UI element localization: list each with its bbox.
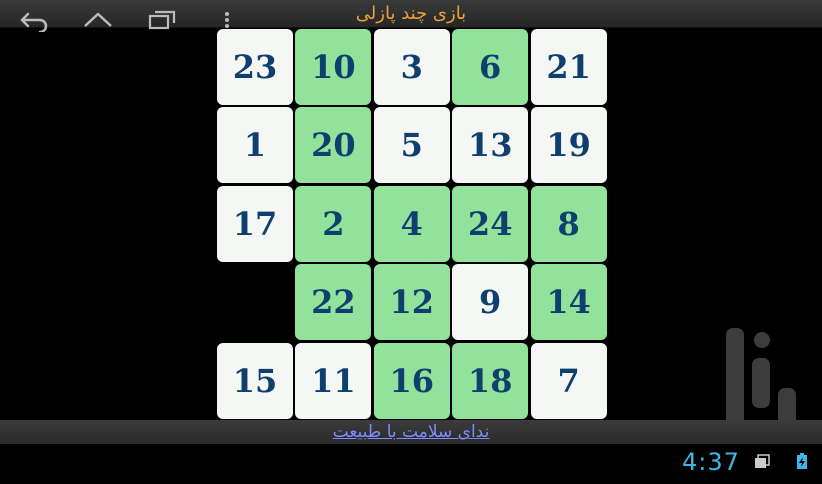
puzzle-tile-21[interactable]: 21 (530, 29, 607, 105)
puzzle-tile-2[interactable]: 2 (295, 185, 372, 262)
puzzle-tile-6[interactable]: 6 (452, 29, 529, 105)
puzzle-tile-4[interactable]: 4 (373, 185, 450, 262)
puzzle-tile-12[interactable]: 12 (373, 264, 450, 341)
puzzle-tile-17[interactable]: 17 (217, 185, 293, 262)
puzzle-tile-15[interactable]: 15 (217, 342, 293, 419)
screenshot-icon (755, 454, 770, 468)
puzzle-tile-22[interactable]: 22 (295, 264, 372, 341)
puzzle-tile-7[interactable]: 7 (530, 342, 607, 419)
puzzle-tile-20[interactable]: 20 (295, 107, 372, 184)
puzzle-tile-8[interactable]: 8 (530, 185, 607, 262)
puzzle-tile-16[interactable]: 16 (373, 342, 450, 419)
home-icon[interactable] (82, 8, 114, 32)
puzzle-tile-13[interactable]: 13 (452, 107, 529, 184)
recent-apps-icon[interactable] (146, 8, 178, 32)
puzzle-tile-24[interactable]: 24 (452, 185, 529, 262)
puzzle-tile-10[interactable]: 10 (295, 29, 372, 105)
puzzle-tile-9[interactable]: 9 (452, 264, 529, 341)
puzzle-tile-19[interactable]: 19 (530, 107, 607, 184)
puzzle-tile-3[interactable]: 3 (373, 29, 450, 105)
puzzle-tile-23[interactable]: 23 (217, 29, 293, 105)
puzzle-tile-1[interactable]: 1 (217, 107, 293, 184)
footer-link[interactable]: ندای سلامت با طبیعت (333, 422, 490, 442)
app-title: بازی چند پازلی (355, 3, 467, 24)
back-icon[interactable] (18, 8, 50, 32)
puzzle-tile-5[interactable]: 5 (373, 107, 450, 184)
title-bar: بازی چند پازلی (0, 0, 822, 28)
footer-bar: ندای سلامت با طبیعت (0, 420, 822, 444)
puzzle-board: 23 10 3 6 21 1 20 5 13 19 17 2 4 24 8 22 12 9 14 15 11 16 18 7 (216, 28, 608, 420)
puzzle-tile-18[interactable]: 18 (452, 342, 529, 419)
puzzle-tile-11[interactable]: 11 (295, 342, 372, 419)
battery-charging-icon (797, 453, 807, 469)
puzzle-tile-14[interactable]: 14 (530, 264, 607, 341)
menu-icon[interactable] (220, 8, 234, 32)
status-clock: 4:37 (682, 448, 740, 476)
